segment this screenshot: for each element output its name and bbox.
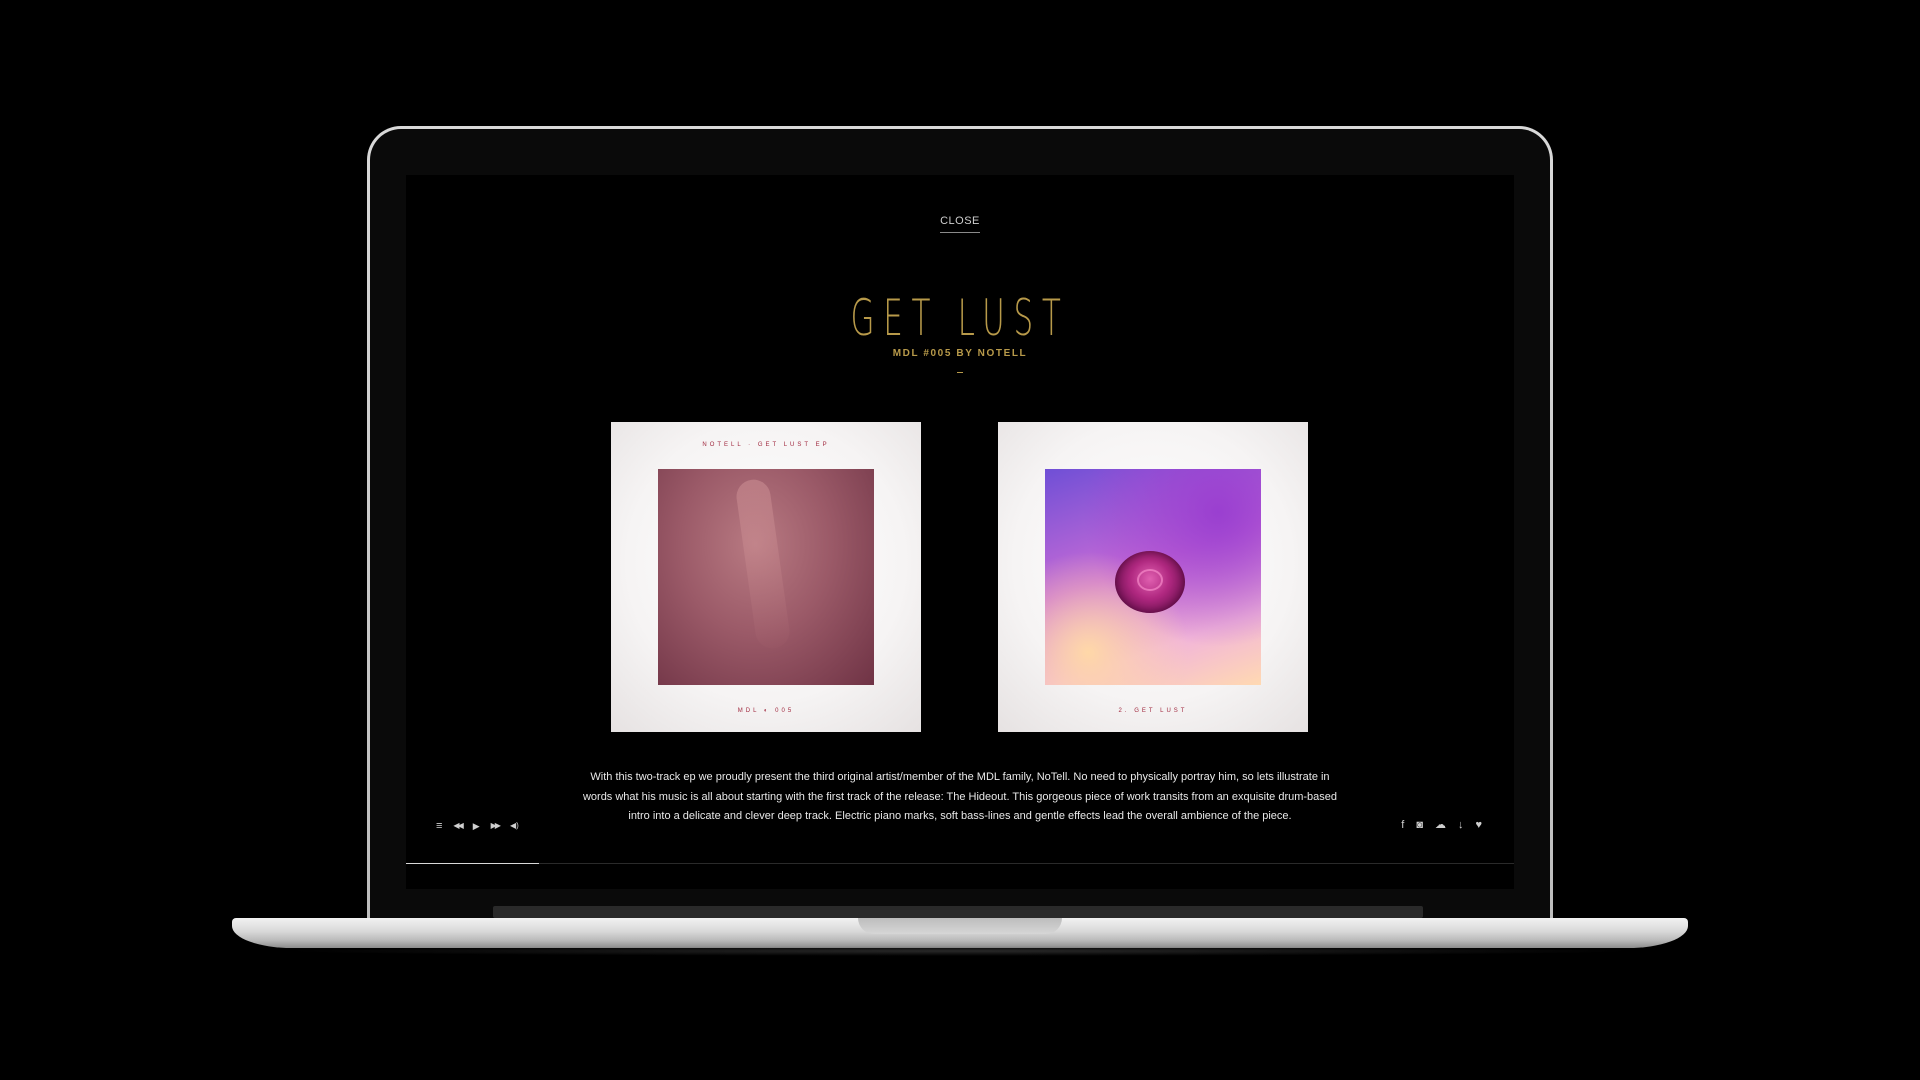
- progress-bar[interactable]: [406, 863, 1514, 864]
- rose-image: [1115, 551, 1185, 613]
- instagram-icon[interactable]: ◙: [1416, 819, 1423, 831]
- laptop-hinge: [493, 906, 1423, 918]
- stage: CLOSE GET LUST MDL #005 BY NOTELL NOTELL…: [0, 0, 1920, 1080]
- progress-fill: [406, 863, 539, 864]
- cover-1-artwork: [658, 469, 874, 685]
- volume-icon[interactable]: ◀): [510, 820, 519, 832]
- previous-icon[interactable]: ◀◀: [453, 820, 463, 832]
- title-divider: [957, 372, 963, 373]
- album-cover-2[interactable]: 2. GET LUST: [998, 422, 1308, 732]
- close-button[interactable]: CLOSE: [940, 215, 980, 233]
- cover-2-bottom-text: 2. GET LUST: [1118, 708, 1188, 714]
- release-description: With this two-track ep we proudly presen…: [582, 771, 1338, 822]
- cover-1-top-text: NOTELL · GET LUST EP: [702, 442, 830, 448]
- soundcloud-icon[interactable]: ☁: [1435, 819, 1446, 831]
- playlist-icon[interactable]: ≡: [436, 820, 442, 832]
- album-cover-1[interactable]: NOTELL · GET LUST EP MDL ◐ 005: [611, 422, 921, 732]
- facebook-icon[interactable]: f: [1401, 819, 1404, 831]
- player-controls: ≡ ◀◀ ▶ ▶▶ ◀): [436, 820, 519, 832]
- heart-icon[interactable]: ♥: [1475, 819, 1482, 831]
- page-subtitle: MDL #005 BY NOTELL: [892, 348, 1028, 359]
- download-icon[interactable]: ↓: [1458, 819, 1464, 831]
- page-title: GET LUST: [850, 289, 1070, 347]
- social-links: f ◙ ☁ ↓ ♥: [1401, 819, 1482, 831]
- laptop-notch: [858, 918, 1062, 934]
- screen: CLOSE GET LUST MDL #005 BY NOTELL NOTELL…: [406, 175, 1514, 889]
- play-icon[interactable]: ▶: [473, 820, 480, 832]
- cover-1-figure: [734, 477, 792, 651]
- cover-2-artwork: [1045, 469, 1261, 685]
- next-icon[interactable]: ▶▶: [491, 820, 501, 832]
- close-link-wrap: CLOSE: [406, 211, 1514, 233]
- laptop-shadow: [280, 946, 1640, 956]
- cover-1-bottom-text: MDL ◐ 005: [737, 708, 795, 714]
